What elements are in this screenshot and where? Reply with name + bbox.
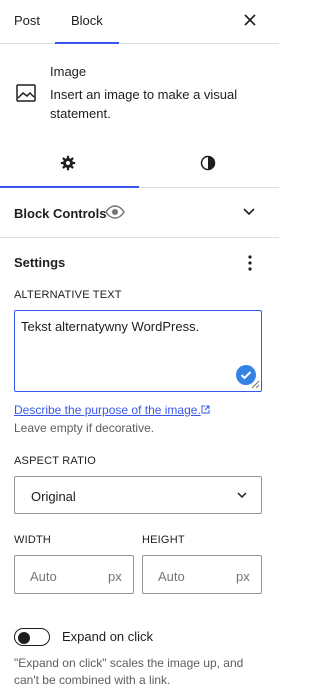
gear-icon (60, 155, 76, 171)
expand-on-click-help: "Expand on click" scales the image up, a… (14, 656, 244, 687)
contrast-icon (200, 155, 216, 171)
settings-title: Settings (14, 255, 66, 270)
close-button[interactable] (240, 10, 260, 30)
width-input[interactable]: Auto px (14, 555, 134, 594)
aspect-ratio-value: Original (31, 489, 76, 504)
height-unit: px (236, 569, 250, 584)
expand-on-click-toggle[interactable] (14, 628, 50, 646)
alt-text-label: ALTERNATIVE TEXT (14, 289, 122, 301)
block-title: Image (50, 64, 87, 79)
block-description: Insert an image to make a visual stateme… (50, 87, 238, 121)
width-placeholder: Auto (30, 569, 57, 584)
expand-on-click-label: Expand on click (62, 629, 154, 644)
alt-text-help: Leave empty if decorative. (14, 421, 155, 435)
external-link-icon (201, 405, 210, 414)
sidebar-tabs: Post Block (0, 0, 279, 44)
tab-block[interactable]: Block (71, 0, 103, 44)
width-unit: px (108, 569, 122, 584)
close-icon (244, 14, 256, 26)
eye-icon (105, 205, 125, 219)
height-input[interactable]: Auto px (142, 555, 262, 594)
aspect-ratio-select[interactable]: Original (14, 476, 262, 514)
tab-post[interactable]: Post (14, 0, 40, 44)
toggle-knob (18, 632, 30, 644)
resize-handle-icon[interactable] (251, 380, 260, 389)
inspector-tabs (0, 140, 279, 188)
height-placeholder: Auto (158, 569, 185, 584)
block-controls-panel[interactable]: Block Controls (0, 188, 279, 238)
chevron-down-icon (237, 492, 247, 499)
tab-styles[interactable] (139, 140, 278, 188)
block-controls-label: Block Controls (14, 206, 107, 221)
chevron-down-icon (243, 208, 255, 216)
alt-text-input[interactable]: Tekst alternatywny WordPress. (14, 310, 262, 392)
aspect-ratio-label: ASPECT RATIO (14, 455, 97, 467)
width-label: WIDTH (14, 534, 52, 546)
more-options-icon[interactable] (244, 253, 256, 273)
describe-image-link[interactable]: Describe the purpose of the image. (14, 403, 201, 417)
tab-settings[interactable] (0, 140, 139, 188)
height-label: HEIGHT (142, 534, 185, 546)
image-icon (16, 84, 36, 102)
